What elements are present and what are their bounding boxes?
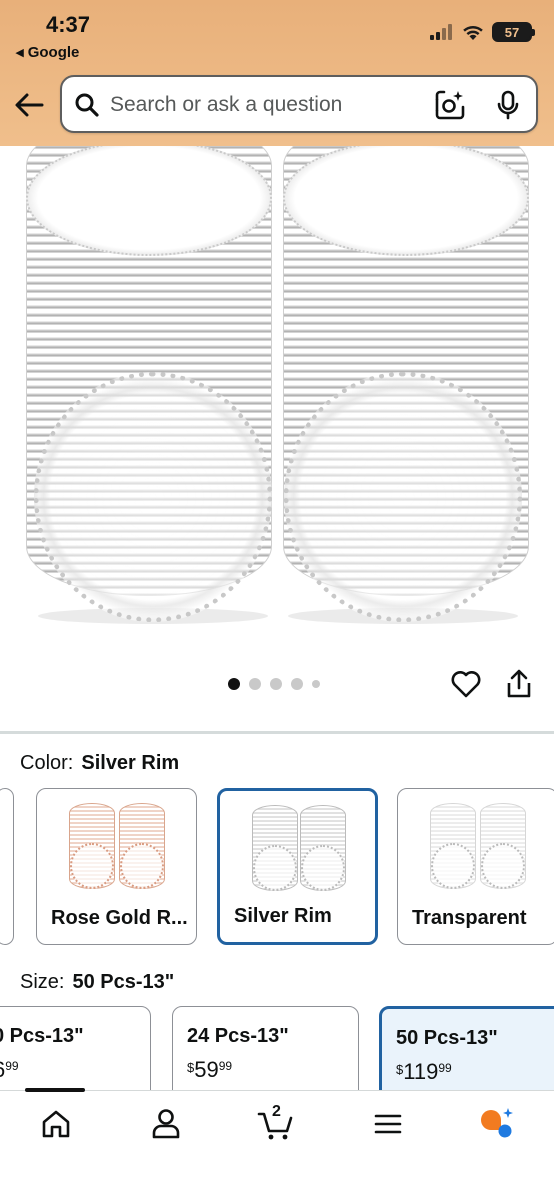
selected-size: 50 Pcs-13" (72, 971, 175, 993)
size-option-price: 699 (0, 1057, 19, 1083)
carousel-dot[interactable] (312, 680, 320, 688)
account-icon[interactable] (146, 1106, 186, 1142)
rose-gold-plate-thumb (120, 843, 164, 889)
color-option-partial[interactable] (0, 788, 14, 945)
rose-gold-plate-thumb (70, 843, 114, 889)
microphone-icon[interactable] (496, 90, 520, 120)
product-image[interactable] (0, 146, 554, 654)
search-icon (75, 93, 99, 117)
screen: 4:37 ◂ Google 57 Search or ask a questio… (0, 0, 554, 1200)
color-option-label: Transparent (412, 907, 527, 929)
battery-indicator: 57 (492, 22, 535, 42)
image-carousel-dots[interactable] (228, 678, 320, 690)
price-cents: 99 (438, 1061, 452, 1075)
rufus-icon[interactable] (478, 1106, 518, 1142)
search-bar[interactable]: Search or ask a question (60, 75, 538, 133)
carousel-dot[interactable] (270, 678, 282, 690)
camera-lens-icon[interactable] (434, 90, 466, 120)
selected-color: Silver Rim (81, 752, 180, 774)
carousel-dot[interactable] (291, 678, 303, 690)
transparent-plate-thumb (481, 843, 525, 889)
carousel-dot[interactable] (228, 678, 240, 690)
price-whole: 59 (194, 1057, 219, 1082)
price-whole: 119 (403, 1059, 439, 1084)
menu-icon[interactable] (368, 1106, 408, 1142)
price-currency: $ (396, 1062, 404, 1077)
status-time: 4:37 (46, 12, 91, 37)
section-divider (0, 731, 554, 734)
color-option-label: Rose Gold R... (51, 907, 188, 929)
silver-plate-thumb (301, 845, 345, 891)
share-icon[interactable] (504, 668, 534, 700)
size-label: Size: 50 Pcs-13" (20, 971, 174, 994)
color-option-label: Silver Rim (234, 905, 332, 927)
carousel-dot[interactable] (249, 678, 261, 690)
size-option-price: $11999 (396, 1059, 452, 1085)
size-label-text: Size: (20, 971, 65, 993)
price-cents: 99 (5, 1059, 19, 1073)
size-option-price: $5999 (187, 1057, 232, 1083)
single-plate-image (34, 372, 272, 622)
size-option-name: 0 Pcs-13" (0, 1025, 84, 1047)
single-plate-image (284, 372, 522, 622)
size-option-name: 50 Pcs-13" (396, 1027, 498, 1049)
active-tab-indicator (25, 1088, 85, 1092)
size-option-name: 24 Pcs-13" (187, 1025, 289, 1047)
app-header: 4:37 ◂ Google 57 Search or ask a questio… (0, 0, 554, 146)
color-option-transparent[interactable]: Transparent (397, 788, 554, 945)
color-option-rose-gold[interactable]: Rose Gold R... (36, 788, 197, 945)
color-label-text: Color: (20, 752, 74, 774)
status-indicators: 57 (430, 22, 535, 42)
search-input[interactable]: Search or ask a question (110, 93, 342, 117)
home-icon[interactable] (36, 1106, 76, 1142)
price-cents: 99 (218, 1059, 233, 1073)
back-to-app-link[interactable]: ◂ Google (16, 43, 79, 61)
color-label: Color: Silver Rim (20, 752, 179, 775)
wifi-icon (463, 25, 483, 40)
silver-plate-thumb (253, 845, 297, 891)
back-arrow-icon[interactable] (12, 88, 46, 122)
transparent-plate-thumb (431, 843, 475, 889)
heart-icon[interactable] (450, 668, 482, 700)
price-currency: $ (187, 1060, 195, 1075)
cart-count-badge: 2 (272, 1103, 281, 1120)
color-option-silver-rim[interactable]: Silver Rim (217, 788, 378, 945)
cellular-signal-icon (430, 24, 452, 40)
